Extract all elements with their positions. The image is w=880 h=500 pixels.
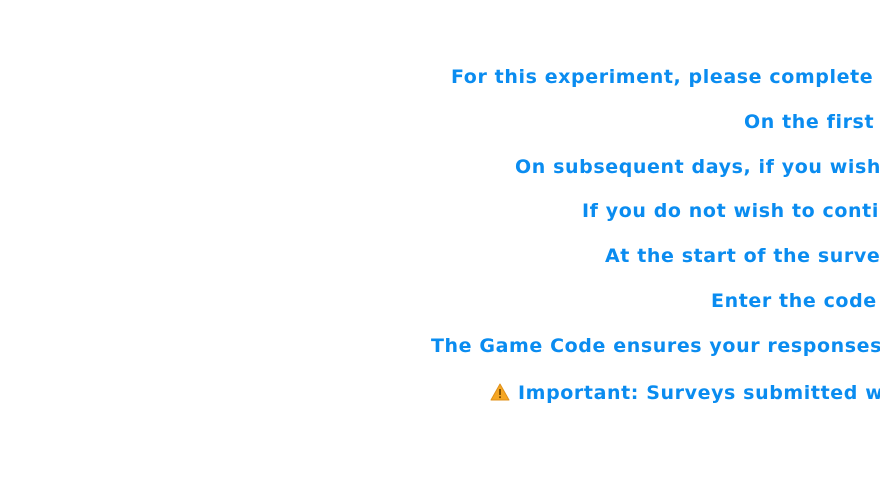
instructions-panel: For this experiment, please complete the… (0, 0, 880, 500)
warning-line: Important: Surveys submitted witho (490, 381, 880, 405)
instruction-line-6: Enter the code e (711, 290, 880, 312)
instruction-line-7: The Game Code ensures your responses ar (431, 335, 880, 357)
warning-text: Important: Surveys submitted witho (518, 382, 880, 404)
instruction-line-2: On the first da (744, 111, 880, 133)
instruction-line-3: On subsequent days, if you wish to (515, 156, 880, 178)
instruction-line-1: For this experiment, please complete the (451, 66, 880, 88)
instruction-line-4: If you do not wish to continue (582, 200, 880, 222)
warning-icon (490, 383, 510, 401)
instruction-line-5: At the start of the survey, y (605, 245, 880, 267)
